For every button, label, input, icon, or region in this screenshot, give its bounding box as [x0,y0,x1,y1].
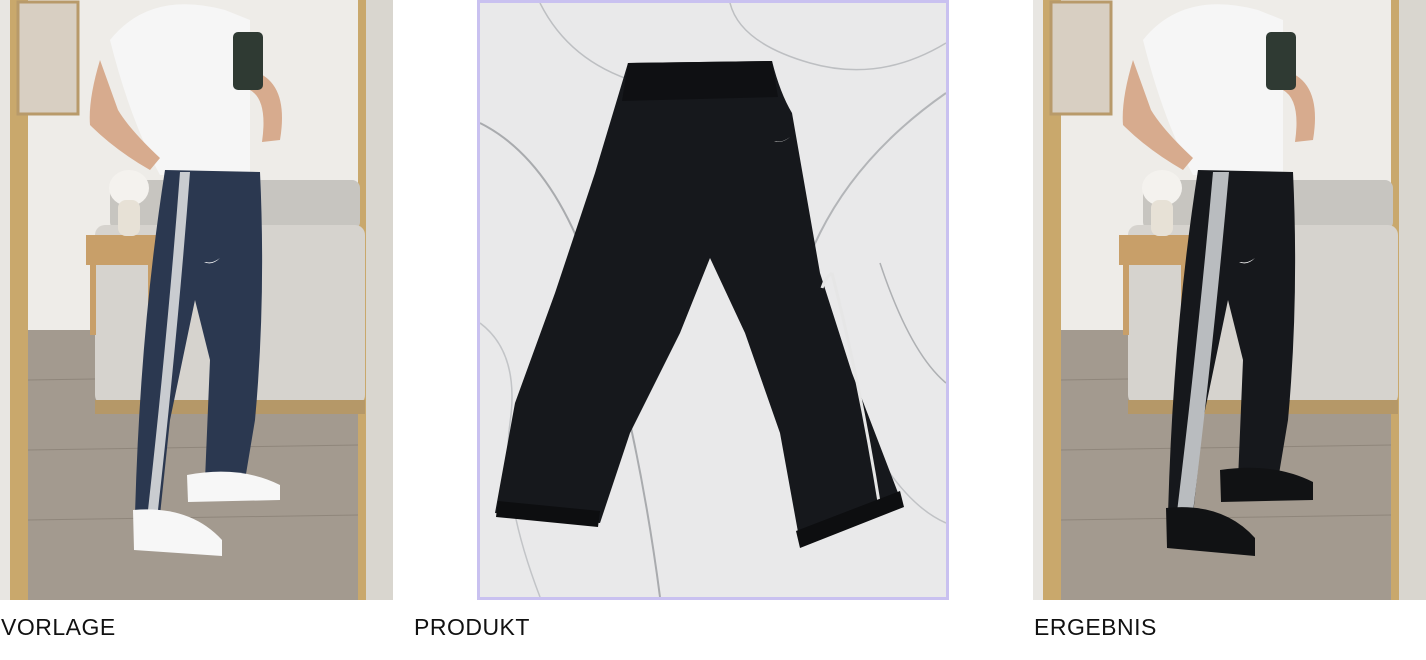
result-photo-illustration [1033,0,1426,600]
result-photo [1033,0,1426,600]
template-photo-illustration [0,0,393,600]
product-photo [477,0,949,600]
caption-template: VORLAGE [1,614,116,640]
caption-result: ERGEBNIS [1034,614,1157,640]
caption-product: PRODUKT [414,614,530,640]
product-photo-illustration [480,3,946,597]
template-photo [0,0,393,600]
